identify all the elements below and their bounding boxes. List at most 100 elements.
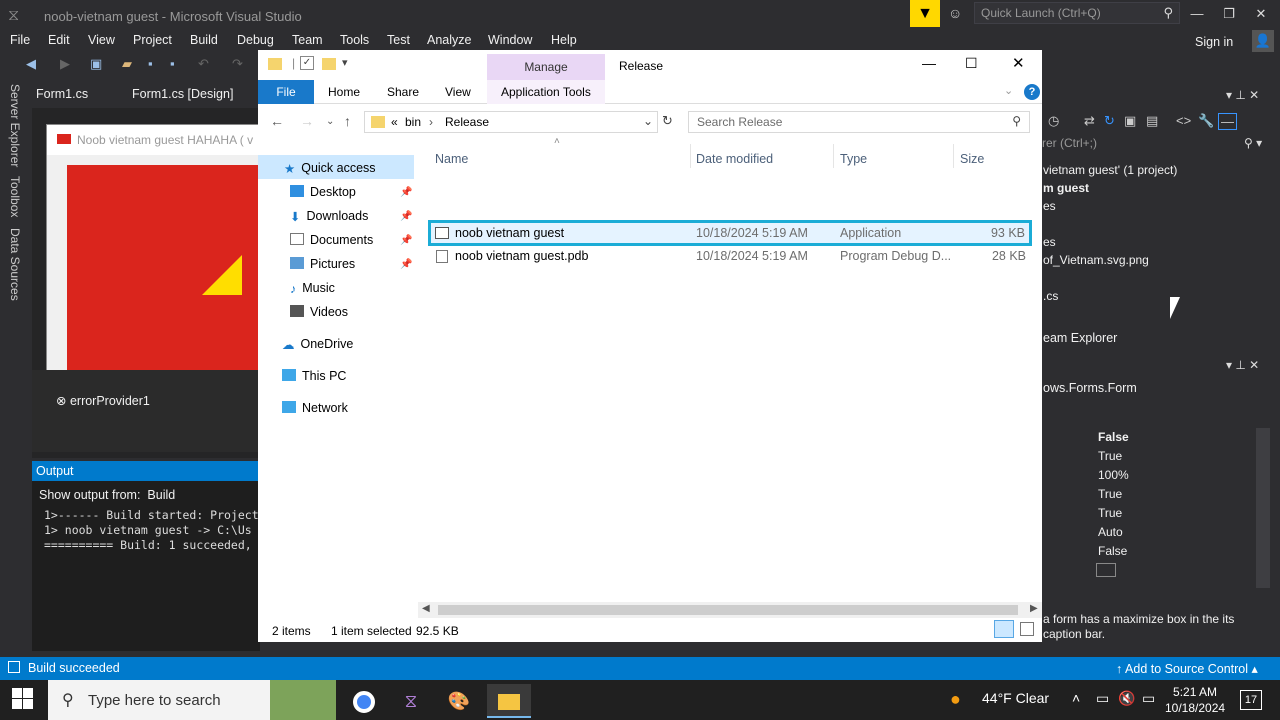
column-header-name[interactable]: Name bbox=[435, 152, 468, 166]
nav-item-network[interactable]: Network bbox=[282, 401, 348, 415]
breadcrumb-bin[interactable]: bin bbox=[405, 115, 421, 129]
open-folder-icon[interactable]: ▰ bbox=[122, 56, 132, 72]
new-folder-icon[interactable] bbox=[322, 58, 336, 70]
tree-node[interactable]: es bbox=[1043, 199, 1056, 213]
output-panel-header[interactable]: Output bbox=[32, 461, 260, 481]
recent-locations-icon[interactable]: ⌄ bbox=[326, 116, 334, 127]
scrollbar-thumb[interactable] bbox=[438, 605, 1018, 615]
column-header-date[interactable]: Date modified bbox=[696, 152, 773, 166]
view-code-icon[interactable]: <> bbox=[1176, 113, 1191, 128]
account-icon[interactable]: 👤 bbox=[1252, 30, 1274, 52]
project-node[interactable]: m guest bbox=[1043, 181, 1089, 195]
expand-ribbon-icon[interactable]: ⌄ bbox=[1004, 84, 1013, 97]
ribbon-tab-application-tools[interactable]: Application Tools bbox=[501, 85, 591, 99]
windows-start-icon[interactable] bbox=[12, 688, 34, 710]
nav-item-quick-access[interactable]: ★ Quick access bbox=[284, 161, 376, 176]
minimize-button[interactable]: — bbox=[1182, 4, 1212, 24]
scroll-right-icon[interactable]: ▶ bbox=[1030, 603, 1038, 614]
property-value[interactable]: True bbox=[1098, 487, 1122, 501]
nav-item-videos[interactable]: Videos bbox=[290, 305, 348, 319]
property-value[interactable]: False bbox=[1098, 430, 1129, 444]
help-icon[interactable]: ? bbox=[1024, 84, 1040, 100]
menu-test[interactable]: Test bbox=[387, 33, 410, 47]
nav-item-desktop[interactable]: Desktop bbox=[290, 185, 356, 199]
feedback-filter-icon[interactable]: ▼ bbox=[910, 0, 940, 27]
save-all-icon[interactable]: ▪ bbox=[170, 56, 175, 71]
refresh-icon[interactable]: ↻ bbox=[1104, 113, 1115, 129]
large-icons-view-icon[interactable] bbox=[1020, 622, 1034, 636]
scroll-left-icon[interactable]: ◀ bbox=[422, 603, 430, 614]
forward-icon[interactable]: ▶ bbox=[60, 56, 70, 72]
menu-debug[interactable]: Debug bbox=[237, 33, 274, 47]
network-tray-icon[interactable]: ▭ bbox=[1142, 690, 1155, 707]
file-explorer-taskbar-icon[interactable] bbox=[487, 684, 531, 718]
pin-icon[interactable]: 📌 bbox=[400, 259, 412, 270]
properties-check-icon[interactable]: ✓ bbox=[300, 56, 314, 70]
column-separator[interactable] bbox=[953, 144, 954, 168]
close-button[interactable]: ✕ bbox=[1246, 4, 1276, 24]
sync-icon[interactable]: ⇄ bbox=[1084, 113, 1095, 129]
sign-in-link[interactable]: Sign in bbox=[1195, 35, 1233, 49]
taskbar-clock[interactable]: 5:21 AM 10/18/2024 bbox=[1165, 684, 1225, 716]
properties-pin-icon[interactable]: ▾ ⊥ ✕ bbox=[1226, 358, 1259, 372]
qat-dropdown-icon[interactable]: ▾ bbox=[342, 56, 348, 69]
maximize-button[interactable]: ☐ bbox=[965, 55, 978, 72]
error-provider-component[interactable]: ⊗ errorProvider1 bbox=[56, 393, 150, 408]
pin-icon[interactable]: 📌 bbox=[400, 235, 412, 246]
paint-icon[interactable]: 🎨 bbox=[437, 684, 481, 718]
menu-file[interactable]: File bbox=[10, 33, 30, 47]
breadcrumb-release[interactable]: Release bbox=[445, 115, 489, 129]
server-explorer-tab[interactable]: Server Explorer bbox=[8, 84, 22, 167]
column-header-size[interactable]: Size bbox=[960, 152, 984, 166]
file-row-selected[interactable]: noob vietnam guest 10/18/2024 5:19 AM Ap… bbox=[428, 220, 1032, 246]
add-to-source-control-button[interactable]: ↑ Add to Source Control ▴ bbox=[1116, 661, 1258, 676]
properties-wrench-icon[interactable]: 🔧 bbox=[1198, 113, 1214, 129]
weather-text[interactable]: 44°F Clear bbox=[982, 690, 1049, 706]
address-overflow[interactable]: « bbox=[391, 115, 398, 129]
menu-edit[interactable]: Edit bbox=[48, 33, 70, 47]
quick-launch-input[interactable]: Quick Launch (Ctrl+Q) ⚲ bbox=[974, 2, 1180, 24]
tree-node[interactable]: .cs bbox=[1043, 289, 1058, 303]
properties-object-type[interactable]: ows.Forms.Form bbox=[1043, 381, 1137, 395]
search-icon[interactable]: ⚲ bbox=[1012, 114, 1021, 128]
tree-node[interactable]: of_Vietnam.svg.png bbox=[1043, 253, 1149, 267]
menu-team[interactable]: Team bbox=[292, 33, 323, 47]
chrome-icon[interactable] bbox=[342, 684, 386, 718]
details-view-icon[interactable] bbox=[994, 620, 1014, 638]
output-source-value[interactable]: Build bbox=[147, 488, 175, 502]
property-value[interactable]: False bbox=[1098, 544, 1127, 558]
property-value[interactable]: 100% bbox=[1098, 468, 1129, 482]
property-value[interactable]: True bbox=[1098, 506, 1122, 520]
show-all-icon[interactable]: ▤ bbox=[1146, 113, 1158, 129]
ribbon-tab-file[interactable]: File bbox=[258, 80, 314, 104]
address-dropdown-icon[interactable]: ⌄ bbox=[643, 114, 653, 128]
restore-button[interactable]: ❐ bbox=[1214, 4, 1244, 24]
tree-node[interactable]: es bbox=[1043, 235, 1056, 249]
feedback-icon[interactable]: ☺ bbox=[948, 5, 962, 21]
address-bar[interactable]: « bin › Release ⌄ bbox=[364, 111, 658, 133]
taskbar-search-box[interactable]: ⚲ Type here to search bbox=[48, 680, 336, 720]
search-icon[interactable]: ⚲ bbox=[1163, 5, 1173, 21]
visual-studio-taskbar-icon[interactable]: ⧖ bbox=[389, 684, 433, 718]
search-icon[interactable]: ⚲ ▾ bbox=[1244, 136, 1262, 150]
column-separator[interactable] bbox=[833, 144, 834, 168]
nav-item-this-pc[interactable]: This PC bbox=[282, 369, 346, 383]
pin-icon[interactable]: 📌 bbox=[400, 211, 412, 222]
file-row[interactable]: noob vietnam guest.pdb 10/18/2024 5:19 A… bbox=[428, 246, 1032, 268]
undo-icon[interactable]: ↶ bbox=[198, 56, 209, 72]
save-icon[interactable]: ▪ bbox=[148, 56, 153, 71]
output-source-selector[interactable]: Show output from: Build bbox=[39, 488, 175, 502]
pin-icon[interactable]: 📌 bbox=[400, 187, 412, 198]
solution-node[interactable]: vietnam guest' (1 project) bbox=[1043, 163, 1177, 177]
up-arrow-icon[interactable]: ↑ bbox=[344, 113, 351, 129]
property-value[interactable]: Auto bbox=[1098, 525, 1123, 539]
column-header-type[interactable]: Type bbox=[840, 152, 867, 166]
properties-scrollbar[interactable] bbox=[1256, 428, 1270, 588]
preview-icon[interactable]: — bbox=[1218, 113, 1237, 130]
team-explorer-tab[interactable]: eam Explorer bbox=[1043, 331, 1117, 345]
horizontal-scrollbar[interactable]: ◀ ▶ bbox=[418, 602, 1042, 618]
tab-form1-cs[interactable]: Form1.cs bbox=[36, 87, 88, 101]
new-project-icon[interactable]: ▣ bbox=[90, 56, 102, 72]
property-value[interactable]: True bbox=[1098, 449, 1122, 463]
menu-analyze[interactable]: Analyze bbox=[427, 33, 471, 47]
